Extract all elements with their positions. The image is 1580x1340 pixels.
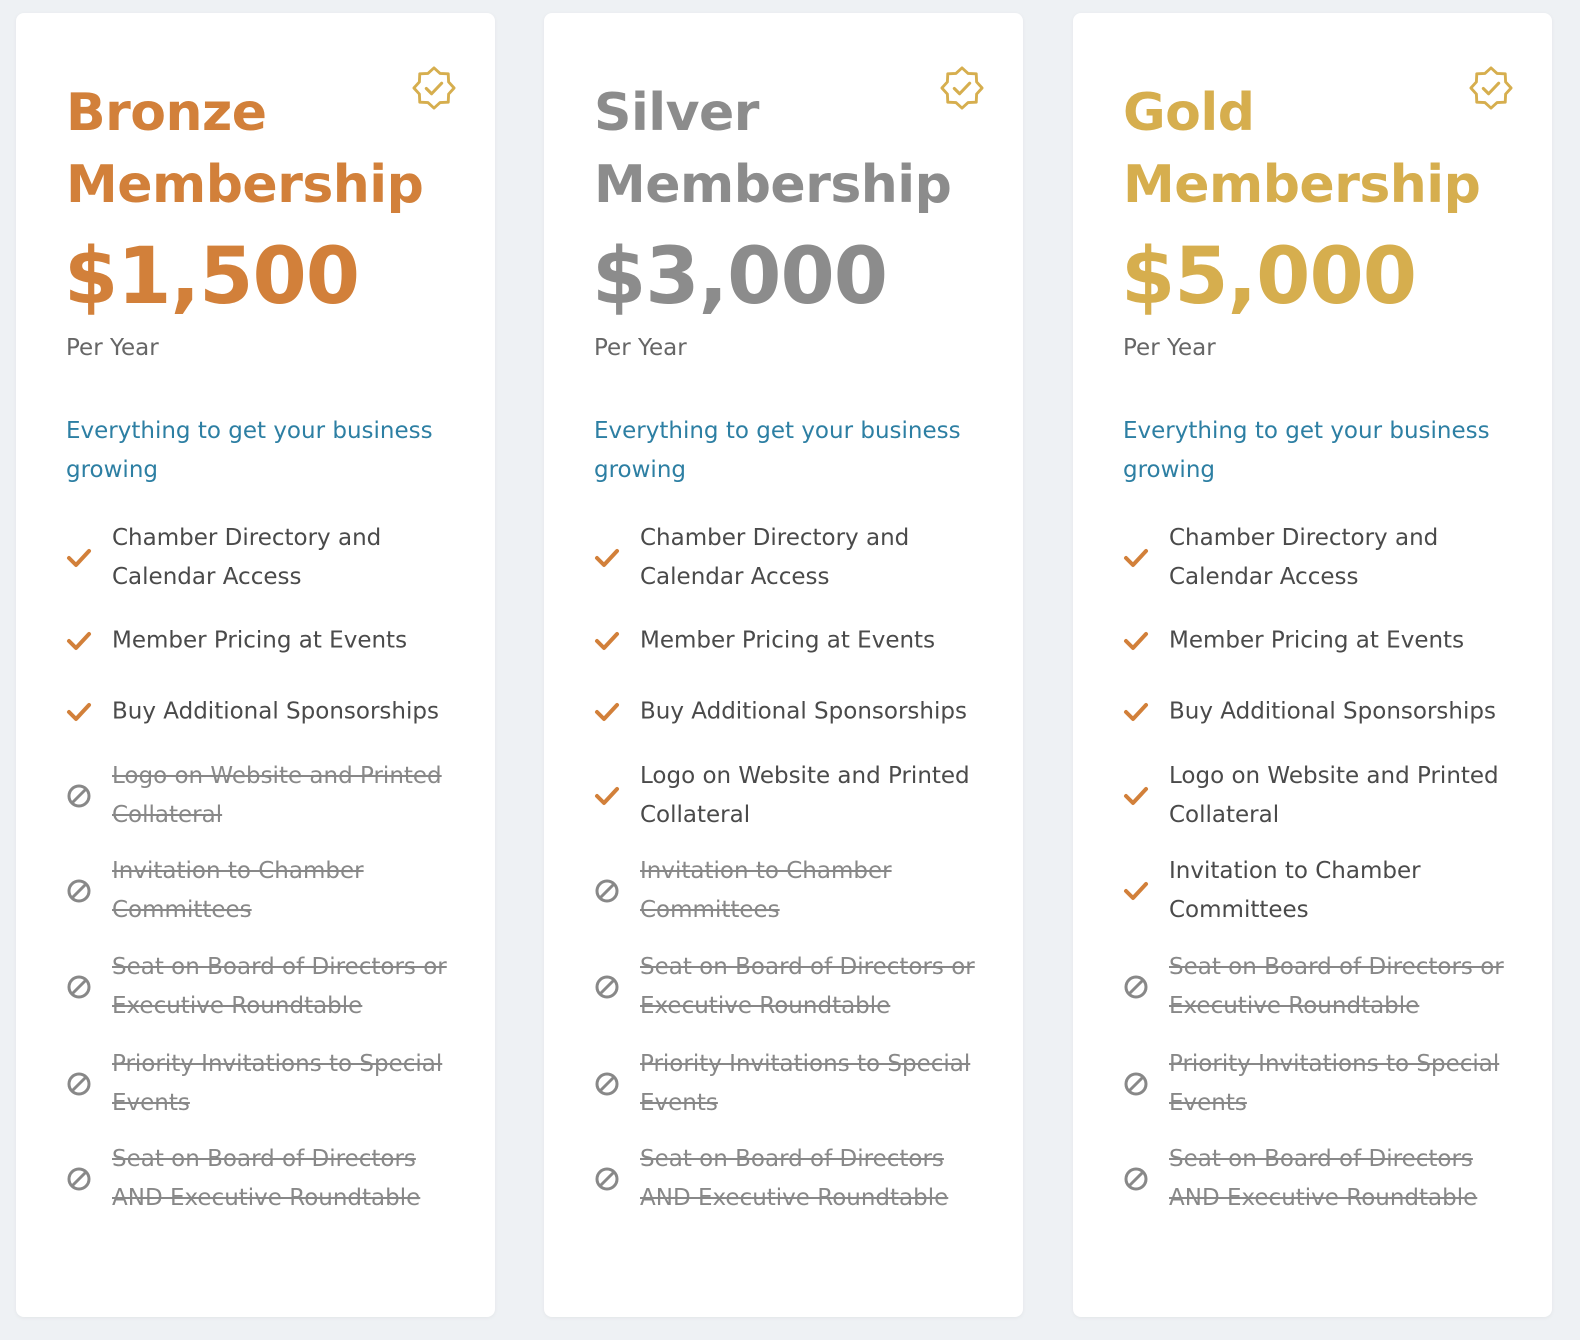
feature-item-included: Member Pricing at Events (1123, 601, 1523, 681)
feature-item-included: Buy Additional Sponsorships (594, 672, 994, 752)
plan-title-line2: Membership (594, 155, 952, 215)
prohibited-icon (67, 1072, 91, 1096)
feature-label: Invitation to Chamber Committees (1169, 858, 1421, 923)
feature-label: Chamber Directory and Calendar Access (1169, 525, 1439, 590)
pricing-cards: Bronze Membership $1,500 Per Year Everyt… (0, 0, 1580, 1340)
feature-item-excluded: Invitation to Chamber Committees (594, 851, 994, 931)
prohibited-icon (595, 879, 619, 903)
checkmark-icon (1124, 703, 1148, 721)
feature-item-excluded: Seat on Board of Directors or Executive … (594, 947, 994, 1027)
plan-title: Silver Membership (594, 77, 952, 221)
plan-period: Per Year (1123, 335, 1216, 361)
feature-item-excluded: Seat on Board of Directors AND Executive… (594, 1139, 994, 1219)
feature-item-included: Invitation to Chamber Committees (1123, 851, 1523, 931)
plan-card-bronze: Bronze Membership $1,500 Per Year Everyt… (16, 13, 495, 1317)
plan-price: $1,500 (64, 232, 360, 322)
feature-label: Member Pricing at Events (640, 627, 936, 654)
feature-item-excluded: Seat on Board of Directors or Executive … (1123, 947, 1523, 1027)
feature-item-excluded: Logo on Website and Printed Collateral (66, 756, 466, 836)
feature-label: Seat on Board of Directors or Executive … (640, 954, 975, 1019)
plan-card-gold: Gold Membership $5,000 Per Year Everythi… (1073, 13, 1552, 1317)
prohibited-icon (595, 1167, 619, 1191)
prohibited-icon (67, 879, 91, 903)
prohibited-icon (595, 1072, 619, 1096)
feature-label: Logo on Website and Printed Collateral (1169, 763, 1499, 828)
checkmark-icon (67, 549, 91, 567)
checkmark-icon (595, 787, 619, 805)
feature-item-excluded: Invitation to Chamber Committees (66, 851, 466, 931)
feature-item-excluded: Priority Invitations to Special Events (1123, 1044, 1523, 1124)
feature-label: Priority Invitations to Special Events (1169, 1051, 1500, 1116)
plan-title-line1: Gold (1123, 83, 1255, 143)
feature-item-included: Logo on Website and Printed Collateral (594, 756, 994, 836)
plan-title-line2: Membership (1123, 155, 1481, 215)
plan-card-silver: Silver Membership $3,000 Per Year Everyt… (544, 13, 1023, 1317)
plan-period: Per Year (594, 335, 687, 361)
feature-label: Logo on Website and Printed Collateral (640, 763, 970, 828)
plan-title-line1: Bronze (66, 83, 267, 143)
prohibited-icon (67, 1167, 91, 1191)
checkmark-icon (1124, 549, 1148, 567)
plan-title-line1: Silver (594, 83, 759, 143)
feature-item-included: Chamber Directory and Calendar Access (594, 518, 994, 598)
checkmark-icon (1124, 882, 1148, 900)
plan-title-line2: Membership (66, 155, 424, 215)
plan-price: $3,000 (592, 232, 888, 322)
feature-item-excluded: Priority Invitations to Special Events (66, 1044, 466, 1124)
feature-item-excluded: Seat on Board of Directors or Executive … (66, 947, 466, 1027)
feature-label: Invitation to Chamber Committees (112, 858, 364, 923)
prohibited-icon (67, 975, 91, 999)
checkmark-icon (1124, 632, 1148, 650)
feature-item-included: Buy Additional Sponsorships (66, 672, 466, 752)
checkmark-icon (67, 632, 91, 650)
feature-label: Seat on Board of Directors AND Executive… (640, 1146, 949, 1211)
feature-label: Priority Invitations to Special Events (640, 1051, 971, 1116)
feature-item-excluded: Seat on Board of Directors AND Executive… (66, 1139, 466, 1219)
feature-label: Seat on Board of Directors AND Executive… (112, 1146, 421, 1211)
feature-item-included: Member Pricing at Events (594, 601, 994, 681)
feature-label: Priority Invitations to Special Events (112, 1051, 443, 1116)
prohibited-icon (1124, 975, 1148, 999)
feature-item-included: Member Pricing at Events (66, 601, 466, 681)
feature-label: Member Pricing at Events (112, 627, 408, 654)
feature-item-included: Chamber Directory and Calendar Access (66, 518, 466, 598)
feature-label: Invitation to Chamber Committees (640, 858, 892, 923)
prohibited-icon (1124, 1167, 1148, 1191)
feature-label: Buy Additional Sponsorships (1169, 698, 1496, 725)
feature-item-included: Logo on Website and Printed Collateral (1123, 756, 1523, 836)
plan-title: Gold Membership (1123, 77, 1481, 221)
prohibited-icon (1124, 1072, 1148, 1096)
feature-label: Buy Additional Sponsorships (112, 698, 439, 725)
feature-label: Seat on Board of Directors AND Executive… (1169, 1146, 1478, 1211)
checkmark-icon (1124, 787, 1148, 805)
feature-item-excluded: Priority Invitations to Special Events (594, 1044, 994, 1124)
plan-period: Per Year (66, 335, 159, 361)
plan-tagline: Everything to get your business growing (1123, 418, 1490, 483)
feature-label: Member Pricing at Events (1169, 627, 1465, 654)
feature-label: Chamber Directory and Calendar Access (112, 525, 382, 590)
checkmark-icon (595, 549, 619, 567)
checkmark-icon (67, 703, 91, 721)
checkmark-icon (595, 632, 619, 650)
feature-label: Seat on Board of Directors or Executive … (112, 954, 447, 1019)
plan-tagline: Everything to get your business growing (594, 418, 961, 483)
prohibited-icon (595, 975, 619, 999)
feature-item-included: Buy Additional Sponsorships (1123, 672, 1523, 752)
feature-label: Chamber Directory and Calendar Access (640, 525, 910, 590)
plan-tagline: Everything to get your business growing (66, 418, 433, 483)
prohibited-icon (67, 784, 91, 808)
feature-item-excluded: Seat on Board of Directors AND Executive… (1123, 1139, 1523, 1219)
plan-title: Bronze Membership (66, 77, 424, 221)
feature-label: Logo on Website and Printed Collateral (112, 763, 442, 828)
plan-price: $5,000 (1121, 232, 1417, 322)
feature-item-included: Chamber Directory and Calendar Access (1123, 518, 1523, 598)
feature-label: Buy Additional Sponsorships (640, 698, 967, 725)
feature-label: Seat on Board of Directors or Executive … (1169, 954, 1504, 1019)
checkmark-icon (595, 703, 619, 721)
